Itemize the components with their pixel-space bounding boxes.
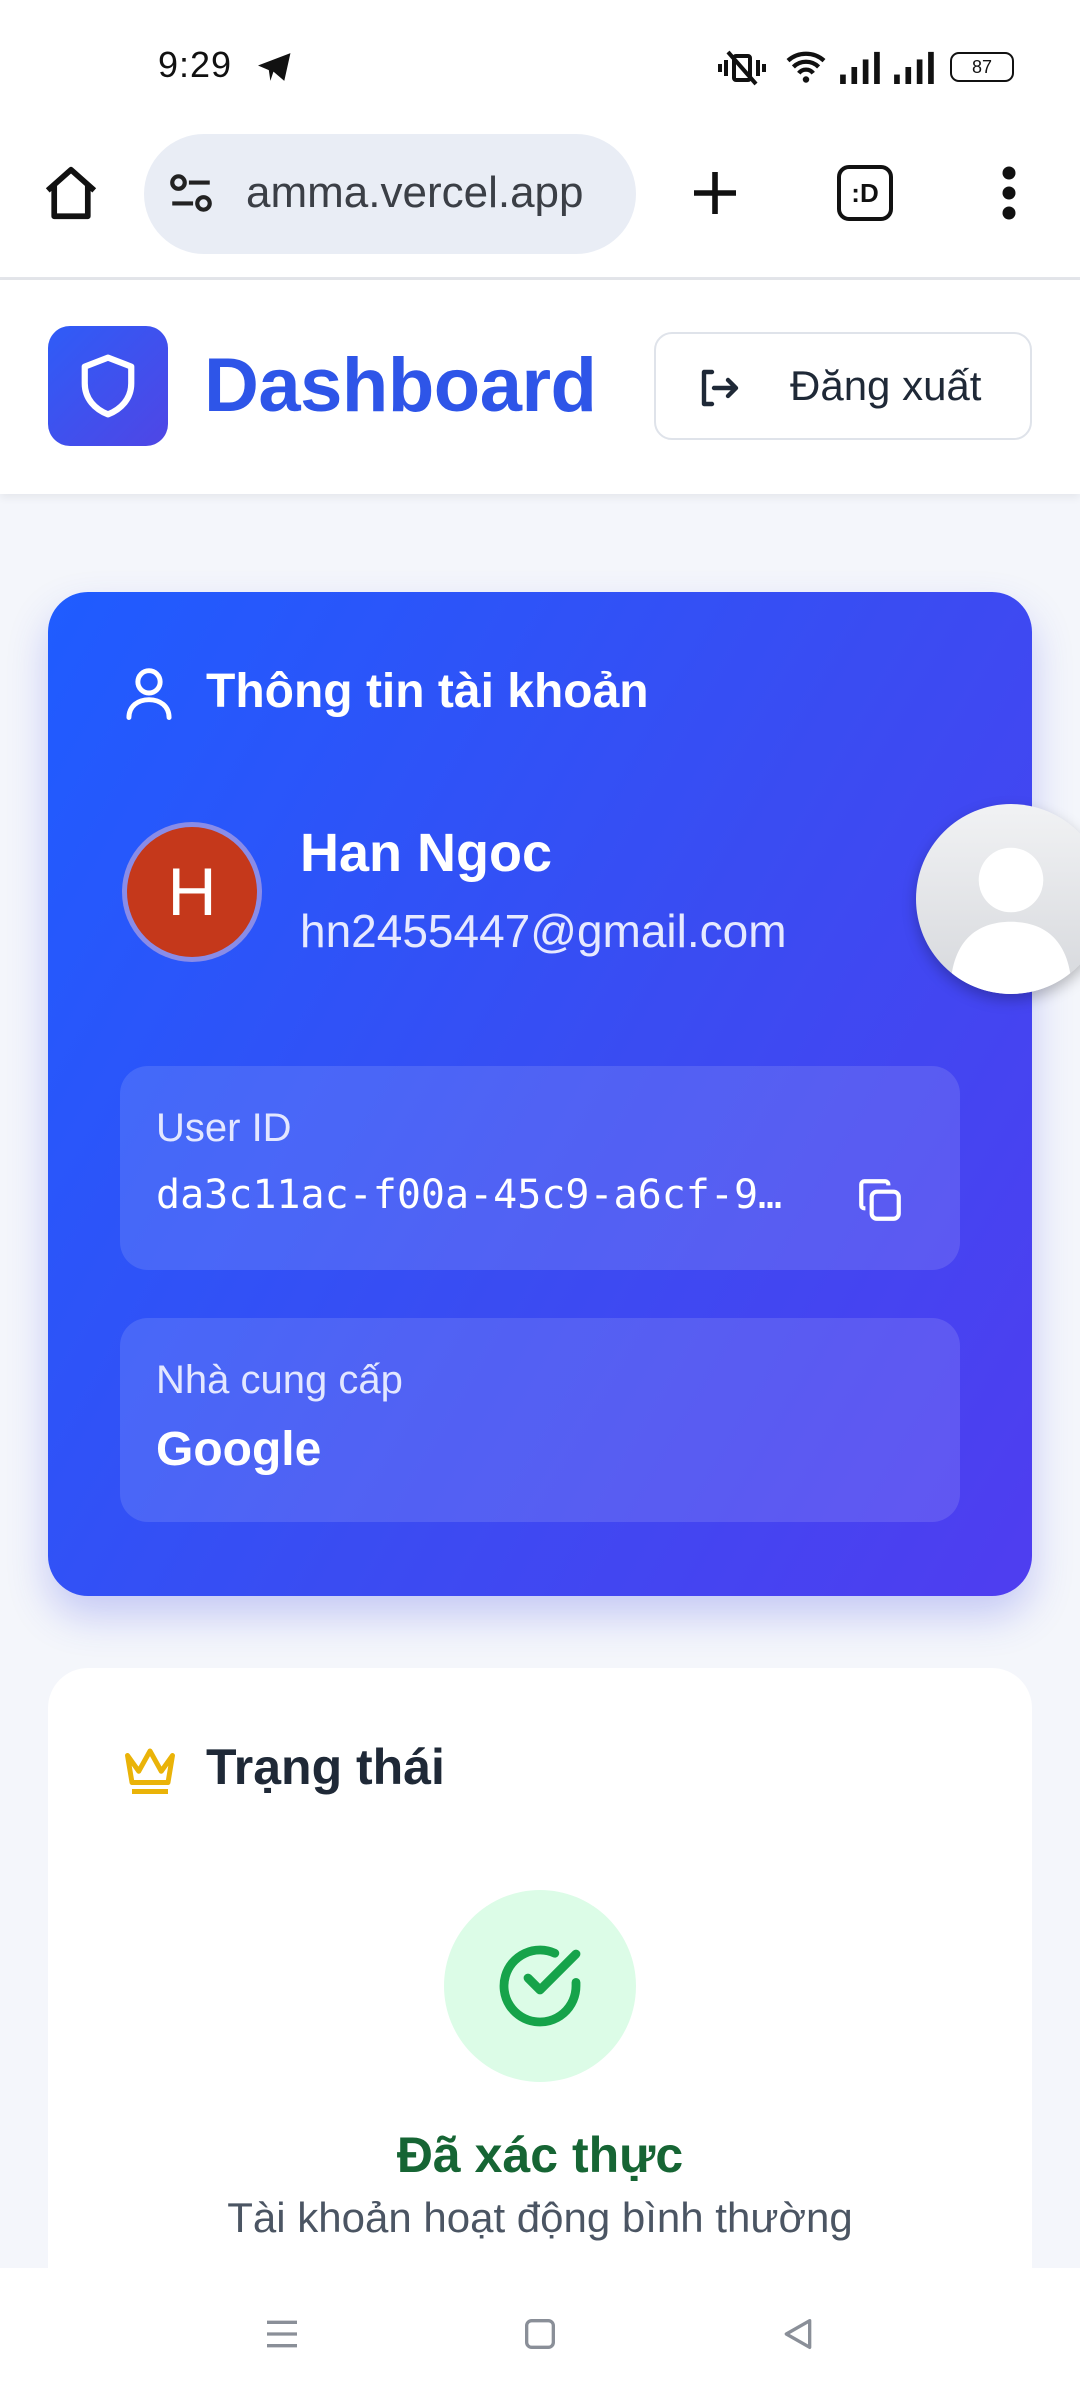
menu-icon <box>1002 166 1016 220</box>
address-bar[interactable]: amma.vercel.app <box>144 134 636 254</box>
user-id-value: da3c11ac-f00a-45c9-a6cf-9… <box>156 1172 783 1218</box>
signal-icon <box>838 50 880 89</box>
back-button[interactable] <box>762 2298 834 2370</box>
tabs-badge: :D <box>851 177 879 208</box>
account-info-card: Thông tin tài khoản H Han Ngoc hn2455447… <box>48 592 1032 1596</box>
browser-toolbar: amma.vercel.app :D <box>0 128 1080 280</box>
app-logo <box>48 326 168 446</box>
mute-vibrate-icon <box>716 48 768 93</box>
battery-level: 87 <box>971 56 993 77</box>
home-button[interactable] <box>26 148 116 238</box>
back-triangle-icon <box>784 2319 812 2349</box>
page: 9:29 87 amma.vercel.app:D Dashboard Đăn… <box>0 0 1080 2400</box>
telegram-icon <box>256 50 294 89</box>
shield-icon <box>81 354 135 418</box>
status-section-title: Trạng thái <box>206 1739 445 1795</box>
status-card: Trạng thái Đã xác thực Tài khoản hoạt độ… <box>48 1668 1032 2368</box>
logout-icon <box>701 369 739 407</box>
battery-icon: 87 <box>950 52 1014 82</box>
crown-icon <box>120 1742 180 1801</box>
home-icon <box>45 166 97 220</box>
recents-button[interactable] <box>246 2298 318 2370</box>
copy-user-id-button[interactable] <box>850 1170 910 1230</box>
home-nav-button[interactable] <box>504 2298 576 2370</box>
logout-label: Đăng xuất <box>790 362 982 409</box>
verified-label: Đã xác thực <box>396 2127 684 2183</box>
user-icon <box>122 664 176 727</box>
verified-badge <box>444 1890 636 2082</box>
browser-menu-button[interactable] <box>964 148 1054 238</box>
avatar: H <box>122 822 262 962</box>
tabs-icon: :D <box>837 165 893 221</box>
recents-icon <box>267 2320 297 2348</box>
user-id-label: User ID <box>156 1106 292 1150</box>
logout-button[interactable]: Đăng xuất <box>654 332 1032 440</box>
url-text: amma.vercel.app <box>246 168 584 217</box>
app-header: Dashboard Đăng xuất <box>0 280 1080 494</box>
status-bar: 9:29 87 <box>0 0 1080 128</box>
brand-title: Dashboard <box>204 343 597 428</box>
provider-label: Nhà cung cấp <box>156 1358 403 1402</box>
account-section-title: Thông tin tài khoản <box>206 665 649 718</box>
site-settings-icon[interactable] <box>166 170 216 221</box>
avatar-initial: H <box>167 854 217 930</box>
square-icon <box>525 2319 555 2349</box>
verified-subtitle: Tài khoản hoạt động bình thường <box>227 2194 853 2241</box>
user-id-box: User ID da3c11ac-f00a-45c9-a6cf-9… <box>120 1066 960 1270</box>
system-nav-bar <box>0 2268 1080 2400</box>
new-tab-button[interactable] <box>670 148 760 238</box>
tabs-button[interactable]: :D <box>820 148 910 238</box>
signal-icon <box>892 50 934 89</box>
wifi-icon <box>784 48 828 89</box>
user-name: Han Ngoc <box>300 823 553 883</box>
new-tab-icon <box>694 172 736 214</box>
user-email: hn2455447@gmail.com <box>300 905 787 957</box>
check-circle-icon <box>499 1945 581 2027</box>
provider-value: Google <box>156 1423 322 1476</box>
copy-icon <box>859 1179 901 1221</box>
status-time: 9:29 <box>158 44 233 85</box>
provider-box: Nhà cung cấp Google <box>120 1318 960 1522</box>
